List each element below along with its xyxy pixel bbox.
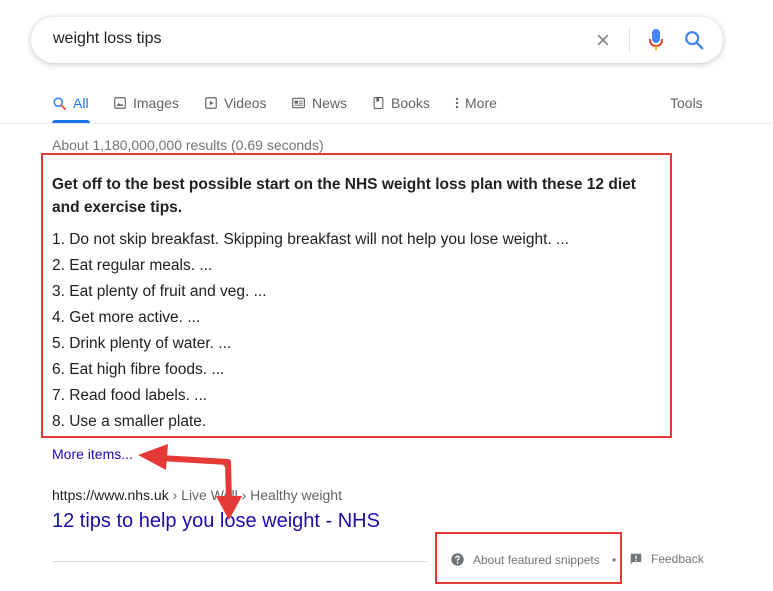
snippet-list-item: 6. Eat high fibre foods. ...: [52, 361, 225, 378]
feedback-label: Feedback: [651, 552, 704, 566]
snippet-list-item: 1. Do not skip breakfast. Skipping break…: [52, 231, 569, 248]
tools-button[interactable]: Tools: [670, 92, 703, 114]
tab-label: Videos: [224, 95, 267, 111]
snippet-heading: Get off to the best possible start on th…: [52, 176, 636, 216]
book-icon: [373, 97, 384, 109]
result-cite: https://www.nhs.uk › Live Well › Healthy…: [52, 487, 342, 503]
snippet-list-item: 5. Drink plenty of water. ...: [52, 335, 232, 352]
result-stats: About 1,180,000,000 results (0.69 second…: [52, 137, 324, 153]
video-icon: [205, 97, 217, 109]
tab-label: Images: [133, 95, 179, 111]
search-icon: [53, 96, 66, 110]
tab-images[interactable]: Images: [113, 92, 179, 114]
more-items-link[interactable]: More items...: [52, 446, 133, 462]
footer-separator: •: [612, 553, 617, 567]
feedback-button[interactable]: Feedback: [629, 552, 704, 566]
microphone-icon: [649, 29, 663, 50]
snippet-list-item: 2. Eat regular meals. ...: [52, 257, 213, 274]
tab-label: More: [465, 95, 497, 111]
tabs-divider: [0, 123, 773, 124]
feedback-icon: [630, 553, 642, 565]
close-icon: [597, 34, 609, 46]
snippet-list-item: 8. Use a smaller plate.: [52, 413, 207, 430]
result-title-link[interactable]: 12 tips to help you lose weight - NHS: [52, 510, 380, 533]
result-breadcrumb: › Live Well › Healthy weight: [168, 487, 342, 503]
search-input[interactable]: weight loss tips: [53, 30, 162, 48]
snippet-list-item: 3. Eat plenty of fruit and veg. ...: [52, 283, 267, 300]
snippet-footer-divider: [52, 561, 427, 562]
arrow-to-more-items: [138, 444, 231, 470]
tab-books[interactable]: Books: [372, 92, 430, 114]
tools-label: Tools: [670, 95, 703, 111]
snippet-list-item: 4. Get more active. ...: [52, 309, 201, 326]
snippet-list-item: 7. Read food labels. ...: [52, 387, 208, 404]
tab-more[interactable]: More: [454, 92, 497, 114]
search-button[interactable]: [682, 27, 706, 53]
tab-label: All: [73, 95, 89, 111]
more-vert-icon: [455, 97, 459, 109]
image-icon: [114, 97, 126, 109]
tab-all[interactable]: All: [52, 92, 89, 114]
clear-search-button[interactable]: [591, 28, 615, 52]
tab-news[interactable]: News: [291, 92, 347, 114]
about-featured-snippets-button[interactable]: About featured snippets: [450, 552, 600, 567]
search-box[interactable]: weight loss tips: [31, 17, 723, 63]
result-url: https://www.nhs.uk: [52, 487, 169, 503]
tab-videos[interactable]: Videos: [204, 92, 267, 114]
help-icon: [451, 553, 464, 566]
tab-label: News: [312, 95, 348, 111]
tab-label: Books: [391, 95, 430, 111]
search-icon: [685, 31, 704, 50]
about-label: About featured snippets: [473, 552, 600, 567]
voice-search-button[interactable]: [644, 27, 668, 53]
search-box-divider: [629, 28, 630, 53]
news-icon: [292, 97, 305, 109]
snippet-list: 1. Do not skip breakfast. Skipping break…: [52, 229, 569, 437]
